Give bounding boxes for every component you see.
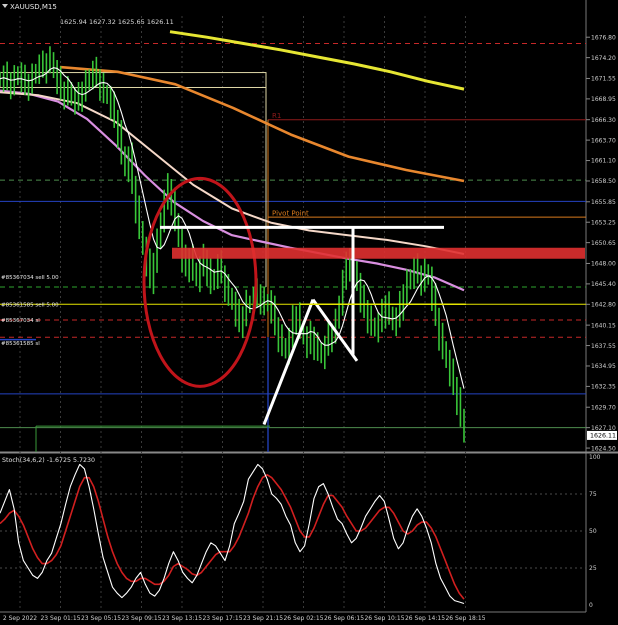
price-tick-label: 1663.70	[591, 137, 616, 144]
stoch-tick-label: 25	[589, 565, 597, 572]
price-tick-label: 1634.95	[591, 363, 616, 370]
ohlc-values: 1625.94 1627.32 1625.65 1626.11	[60, 18, 174, 26]
price-tick-label: 1642.80	[591, 302, 616, 309]
time-tick-label: 23 Sep 01:15	[40, 615, 80, 622]
stoch-tick-label: 50	[589, 528, 597, 535]
time-tick-label: 2 Sep 2022	[3, 615, 37, 622]
price-tick-label: 1674.20	[591, 55, 616, 62]
stoch-title: Stoch(34,6,2) -1.6725 5.7230	[2, 457, 95, 464]
current-price-label: 1626.11	[590, 433, 616, 440]
price-tick-label: 1676.80	[591, 34, 616, 41]
order-label: #85367034 sl	[1, 318, 40, 324]
price-tick-label: 1658.50	[591, 178, 616, 185]
price-tick-label: 1661.10	[591, 158, 616, 165]
time-tick-label: 26 Sep 10:15	[364, 615, 404, 622]
price-tick-label: 1653.25	[591, 219, 616, 226]
time-tick-label: 23 Sep 21:15	[243, 615, 283, 622]
chart-canvas: R1 Pivot Point 1676.80 1674.20 1671.55 1668.…	[0, 0, 618, 625]
price-tick-label: 1640.15	[591, 322, 616, 329]
price-tick-label: 1629.70	[591, 404, 616, 411]
price-tick-label: 1632.35	[591, 384, 616, 391]
price-tick-label: 1645.40	[591, 281, 616, 288]
level-label: Pivot Point	[272, 210, 309, 218]
price-tick-label: 1627.10	[591, 425, 616, 432]
level-label: R1	[272, 112, 281, 120]
time-tick-label: 26 Sep 02:15	[283, 615, 323, 622]
time-tick-label: 26 Sep 14:15	[405, 615, 445, 622]
price-tick-label: 1624.50	[591, 445, 616, 452]
price-tick-label: 1668.95	[591, 96, 616, 103]
time-axis[interactable]: 2 Sep 2022 23 Sep 01:15 23 Sep 05:15 23 Sep…	[3, 615, 486, 622]
price-axis[interactable]: 1676.80 1674.20 1671.55 1668.95 1666.30 1663.…	[586, 34, 617, 452]
price-tick-label: 1655.85	[591, 199, 616, 206]
price-tick-label: 1666.30	[591, 117, 616, 124]
resistance-band	[172, 247, 585, 259]
time-tick-label: 23 Sep 05:15	[81, 615, 121, 622]
price-tick-label: 1671.55	[591, 76, 616, 83]
order-label: #85361585 sell 5.00	[1, 302, 59, 308]
time-tick-label: 26 Sep 06:15	[324, 615, 364, 622]
time-tick-label: 23 Sep 13:15	[162, 615, 202, 622]
price-tick-label: 1650.65	[591, 240, 616, 247]
order-label: #85361585 sl	[1, 341, 40, 347]
stoch-tick-label: 100	[589, 454, 601, 461]
time-tick-label: 26 Sep 18:15	[445, 615, 485, 622]
stoch-tick-label: 0	[589, 602, 593, 609]
stoch-tick-label: 75	[589, 491, 597, 498]
symbol-title: XAUUSD,M15	[10, 3, 57, 11]
time-tick-label: 23 Sep 17:15	[202, 615, 242, 622]
price-tick-label: 1648.00	[591, 261, 616, 268]
price-tick-label: 1637.55	[591, 343, 616, 350]
order-label: #85367034 sell 5.00	[1, 275, 59, 281]
time-tick-label: 23 Sep 09:15	[121, 615, 161, 622]
